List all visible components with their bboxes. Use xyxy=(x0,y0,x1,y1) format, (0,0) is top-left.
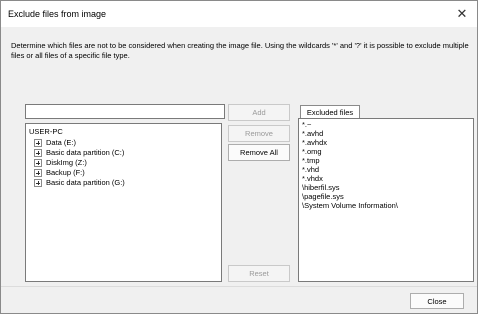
tree-item[interactable]: DiskImg (Z:) xyxy=(34,158,87,167)
remove-button[interactable]: Remove xyxy=(228,125,290,142)
plus-box-icon[interactable] xyxy=(34,168,42,177)
tree-item-label: Basic data partition (G:) xyxy=(46,178,125,187)
list-item[interactable]: *.avhdx xyxy=(302,139,327,147)
add-button[interactable]: Add xyxy=(228,104,290,121)
list-item[interactable]: *.vhd xyxy=(302,166,319,174)
tree-item-label: DiskImg (Z:) xyxy=(46,158,87,167)
tree-item-label: Backup (F:) xyxy=(46,168,85,177)
plus-box-icon[interactable] xyxy=(34,178,42,187)
tree-item[interactable]: Basic data partition (G:) xyxy=(34,178,125,187)
plus-box-icon[interactable] xyxy=(34,148,42,157)
description-text: Determine which files are not to be cons… xyxy=(11,41,469,60)
close-icon[interactable]: ✕ xyxy=(453,5,471,23)
tree-item-label: Basic data partition (C:) xyxy=(46,148,125,157)
list-item[interactable]: *.vhdx xyxy=(302,175,323,183)
list-item[interactable]: *.~ xyxy=(302,121,311,129)
tree-item[interactable]: Basic data partition (C:) xyxy=(34,148,124,157)
title-bar: Exclude files from image ✕ xyxy=(1,1,477,27)
tree-item[interactable]: Backup (F:) xyxy=(34,168,85,177)
exclude-files-dialog: Exclude files from image ✕ Determine whi… xyxy=(0,0,478,314)
tab-excluded-files[interactable]: Excluded files xyxy=(300,105,360,119)
list-item[interactable]: *.tmp xyxy=(302,157,320,165)
list-item[interactable]: *.omg xyxy=(302,148,322,156)
remove-all-button[interactable]: Remove All xyxy=(228,144,290,161)
close-button[interactable]: Close xyxy=(410,293,464,309)
list-item[interactable]: \hiberfil.sys xyxy=(302,184,340,192)
tree-item-label: Data (E:) xyxy=(46,138,77,147)
dialog-footer xyxy=(1,286,477,313)
drive-tree[interactable]: USER-PC Data (E:) Basic data partition (… xyxy=(25,123,222,282)
reset-button[interactable]: Reset xyxy=(228,265,290,282)
tree-item[interactable]: Data (E:) xyxy=(34,138,76,147)
window-title: Exclude files from image xyxy=(8,9,107,19)
list-item[interactable]: \pagefile.sys xyxy=(302,193,344,201)
exclude-path-input[interactable] xyxy=(25,104,225,119)
tree-root-node[interactable]: USER-PC xyxy=(29,127,63,136)
plus-box-icon[interactable] xyxy=(34,158,42,167)
list-item[interactable]: \System Volume Information\ xyxy=(302,202,398,210)
list-item[interactable]: *.avhd xyxy=(302,130,323,138)
excluded-files-list[interactable]: *.~ *.avhd *.avhdx *.omg *.tmp *.vhd *.v… xyxy=(298,118,474,282)
plus-box-icon[interactable] xyxy=(34,138,42,147)
